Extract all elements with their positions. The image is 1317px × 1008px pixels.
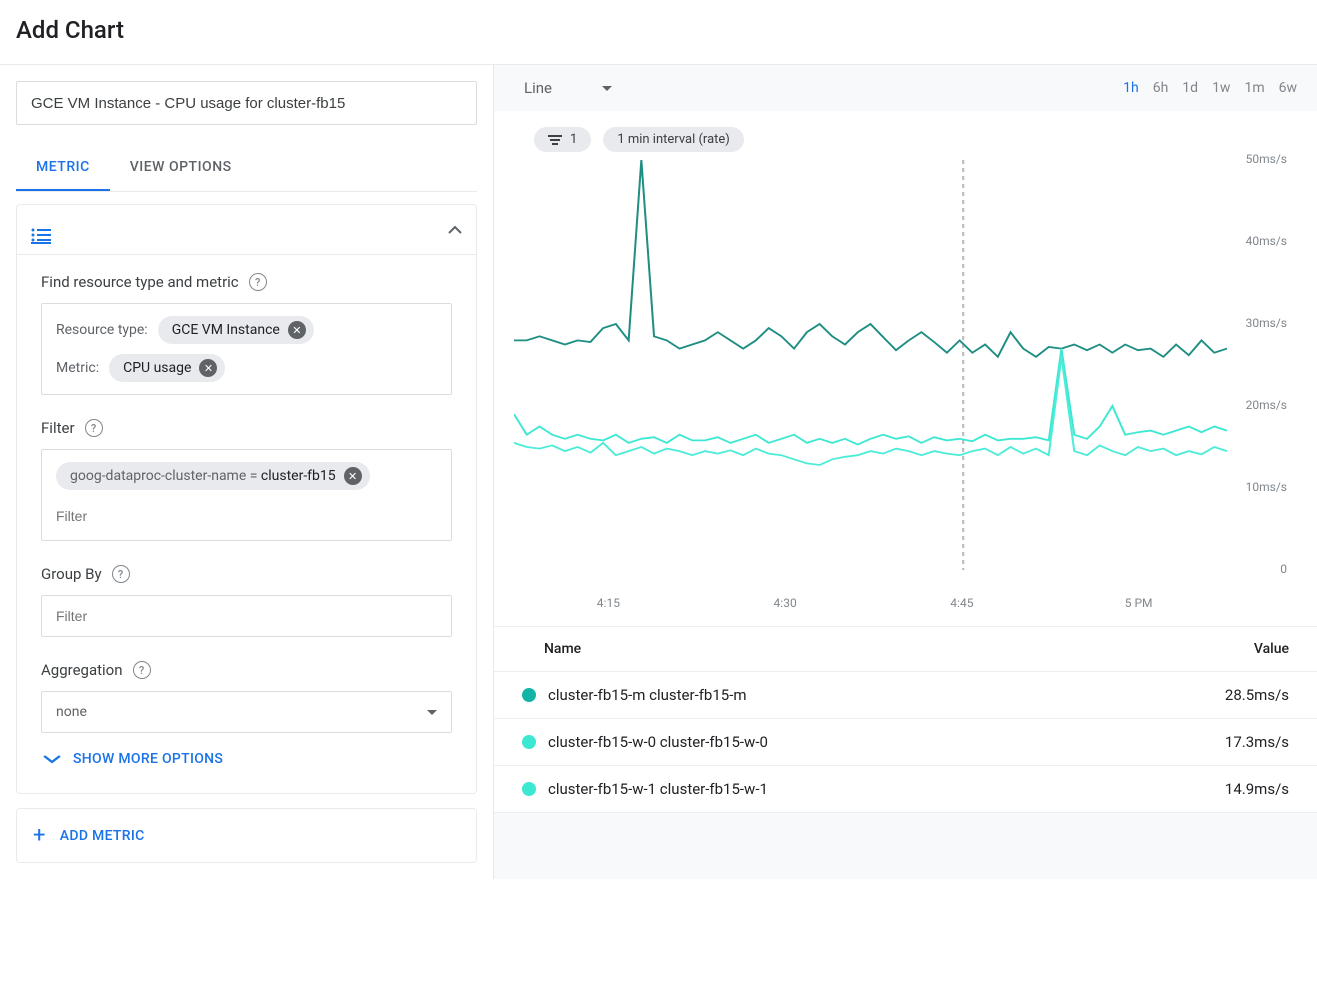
interval-pill[interactable]: 1 min interval (rate): [603, 127, 744, 152]
viz-type-select[interactable]: Line: [524, 79, 612, 97]
aggregation-label: Aggregation: [41, 661, 123, 679]
legend-value: 28.5ms/s: [1225, 686, 1289, 704]
plus-icon: +: [33, 823, 46, 848]
caret-down-icon: [427, 710, 437, 715]
series-dot-icon: [522, 735, 536, 749]
chart-title-input[interactable]: [16, 81, 477, 125]
metric-label: Metric:: [56, 360, 99, 376]
legend-value: 17.3ms/s: [1225, 733, 1289, 751]
caret-down-icon: [602, 86, 612, 91]
chart-x-axis: 4:154:304:455 PM: [514, 590, 1297, 626]
range-1w[interactable]: 1w: [1212, 80, 1230, 96]
series-dot-icon: [522, 782, 536, 796]
remove-chip-icon[interactable]: ✕: [344, 467, 362, 485]
range-1d[interactable]: 1d: [1182, 80, 1198, 96]
group-by-label: Group By: [41, 565, 102, 583]
legend-row[interactable]: cluster-fb15-w-1 cluster-fb15-w-1 14.9ms/…: [494, 766, 1317, 813]
remove-chip-icon[interactable]: ✕: [199, 359, 217, 377]
legend-row[interactable]: cluster-fb15-m cluster-fb15-m 28.5ms/s: [494, 672, 1317, 719]
show-more-button[interactable]: SHOW MORE OPTIONS: [41, 733, 452, 775]
legend-row[interactable]: cluster-fb15-w-0 cluster-fb15-w-0 17.3ms/…: [494, 719, 1317, 766]
help-icon[interactable]: ?: [133, 661, 151, 679]
range-6w[interactable]: 6w: [1279, 80, 1297, 96]
chevron-down-icon: [43, 755, 61, 764]
list-icon[interactable]: [31, 228, 51, 244]
legend-name: cluster-fb15-w-0 cluster-fb15-w-0: [548, 733, 768, 751]
series-dot-icon: [522, 688, 536, 702]
find-resource-label: Find resource type and metric: [41, 273, 239, 291]
line-chart[interactable]: 010ms/s20ms/s30ms/s40ms/s50ms/s: [514, 160, 1297, 590]
funnel-icon: [548, 135, 562, 145]
resource-type-chip[interactable]: GCE VM Instance ✕: [158, 316, 314, 344]
help-icon[interactable]: ?: [249, 273, 267, 291]
filter-label: Filter: [41, 419, 75, 437]
help-icon[interactable]: ?: [112, 565, 130, 583]
legend-value: 14.9ms/s: [1225, 780, 1289, 798]
range-1h[interactable]: 1h: [1123, 80, 1139, 96]
tab-view-options[interactable]: VIEW OPTIONS: [110, 145, 252, 191]
tab-metric[interactable]: METRIC: [16, 145, 110, 191]
filter-count-pill[interactable]: 1: [534, 127, 591, 152]
resource-type-label: Resource type:: [56, 322, 148, 338]
legend-name: cluster-fb15-m cluster-fb15-m: [548, 686, 747, 704]
range-1m[interactable]: 1m: [1244, 80, 1264, 96]
add-metric-button[interactable]: + ADD METRIC: [16, 808, 477, 863]
page-title: Add Chart: [16, 16, 1301, 44]
legend-value-header: Value: [1254, 641, 1289, 657]
collapse-icon[interactable]: [448, 225, 462, 234]
time-range-picker: 1h 6h 1d 1w 1m 6w: [1123, 80, 1297, 96]
filter-chip[interactable]: goog-dataproc-cluster-name = cluster-fb1…: [56, 462, 370, 490]
legend-name: cluster-fb15-w-1 cluster-fb15-w-1: [548, 780, 768, 798]
aggregation-select[interactable]: none: [41, 691, 452, 733]
remove-chip-icon[interactable]: ✕: [288, 321, 306, 339]
range-6h[interactable]: 6h: [1153, 80, 1169, 96]
filter-input[interactable]: [56, 500, 437, 528]
legend-name-header: Name: [544, 641, 581, 657]
group-by-input[interactable]: [41, 595, 452, 637]
metric-chip[interactable]: CPU usage ✕: [109, 354, 225, 382]
help-icon[interactable]: ?: [85, 419, 103, 437]
